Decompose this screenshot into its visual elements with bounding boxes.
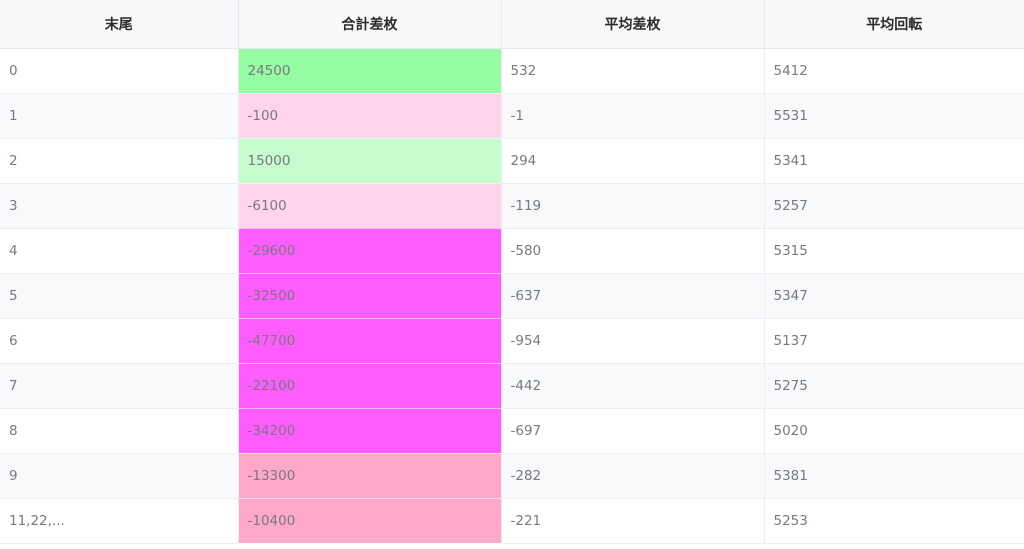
cell-avg-spin: 5341 — [764, 138, 1024, 184]
cell-tail: 2 — [0, 138, 239, 184]
cell-avg-spin: 5315 — [764, 228, 1024, 274]
cell-avg-diff: -1 — [501, 93, 765, 139]
cell-tail: 7 — [0, 363, 239, 409]
cell-total-diff: -29600 — [238, 228, 502, 274]
table-row: 8 -34200 -697 5020 — [0, 408, 1024, 454]
cell-tail: 8 — [0, 408, 239, 454]
cell-total-diff: -22100 — [238, 363, 502, 409]
cell-tail: 0 — [0, 48, 239, 94]
cell-avg-diff: 294 — [501, 138, 765, 184]
cell-avg-diff: -697 — [501, 408, 765, 454]
cell-total-diff: -32500 — [238, 273, 502, 319]
cell-total-diff: 15000 — [238, 138, 502, 184]
table-row: 4 -29600 -580 5315 — [0, 228, 1024, 274]
cell-avg-diff: -221 — [501, 498, 765, 544]
cell-total-diff: -47700 — [238, 318, 502, 364]
header-total-diff[interactable]: 合計差枚 — [238, 0, 502, 49]
cell-avg-spin: 5137 — [764, 318, 1024, 364]
cell-avg-diff: 532 — [501, 48, 765, 94]
cell-tail: 3 — [0, 183, 239, 229]
cell-tail: 6 — [0, 318, 239, 364]
table-row: 9 -13300 -282 5381 — [0, 453, 1024, 499]
data-table: 末尾 合計差枚 平均差枚 平均回転 0 24500 532 5412 1 -100 -1 55… — [0, 0, 1024, 544]
header-tail[interactable]: 末尾 — [0, 0, 239, 49]
cell-avg-diff: -119 — [501, 183, 765, 229]
header-row: 末尾 合計差枚 平均差枚 平均回転 — [0, 0, 1024, 49]
table-row: 7 -22100 -442 5275 — [0, 363, 1024, 409]
cell-tail: 1 — [0, 93, 239, 139]
header-avg-diff[interactable]: 平均差枚 — [501, 0, 765, 49]
cell-avg-spin: 5275 — [764, 363, 1024, 409]
cell-avg-spin: 5347 — [764, 273, 1024, 319]
cell-avg-diff: -442 — [501, 363, 765, 409]
cell-avg-diff: -954 — [501, 318, 765, 364]
table-row: 0 24500 532 5412 — [0, 48, 1024, 94]
table-row: 5 -32500 -637 5347 — [0, 273, 1024, 319]
cell-total-diff: -100 — [238, 93, 502, 139]
cell-tail: 11,22,... — [0, 498, 239, 544]
cell-total-diff: -34200 — [238, 408, 502, 454]
cell-total-diff: 24500 — [238, 48, 502, 94]
table-header: 末尾 合計差枚 平均差枚 平均回転 — [0, 0, 1024, 49]
table-row: 6 -47700 -954 5137 — [0, 318, 1024, 364]
cell-avg-spin: 5381 — [764, 453, 1024, 499]
cell-avg-diff: -282 — [501, 453, 765, 499]
cell-tail: 9 — [0, 453, 239, 499]
header-avg-spin[interactable]: 平均回転 — [764, 0, 1024, 49]
table-row: 2 15000 294 5341 — [0, 138, 1024, 184]
cell-avg-diff: -637 — [501, 273, 765, 319]
cell-total-diff: -10400 — [238, 498, 502, 544]
cell-avg-spin: 5257 — [764, 183, 1024, 229]
cell-total-diff: -6100 — [238, 183, 502, 229]
cell-avg-spin: 5531 — [764, 93, 1024, 139]
cell-tail: 5 — [0, 273, 239, 319]
cell-total-diff: -13300 — [238, 453, 502, 499]
cell-avg-spin: 5253 — [764, 498, 1024, 544]
table-body: 0 24500 532 5412 1 -100 -1 5531 2 15000 294 5341 3 -6… — [0, 48, 1024, 544]
table-row: 1 -100 -1 5531 — [0, 93, 1024, 139]
table-row: 11,22,... -10400 -221 5253 — [0, 498, 1024, 544]
table-row: 3 -6100 -119 5257 — [0, 183, 1024, 229]
cell-avg-diff: -580 — [501, 228, 765, 274]
cell-tail: 4 — [0, 228, 239, 274]
cell-avg-spin: 5412 — [764, 48, 1024, 94]
cell-avg-spin: 5020 — [764, 408, 1024, 454]
